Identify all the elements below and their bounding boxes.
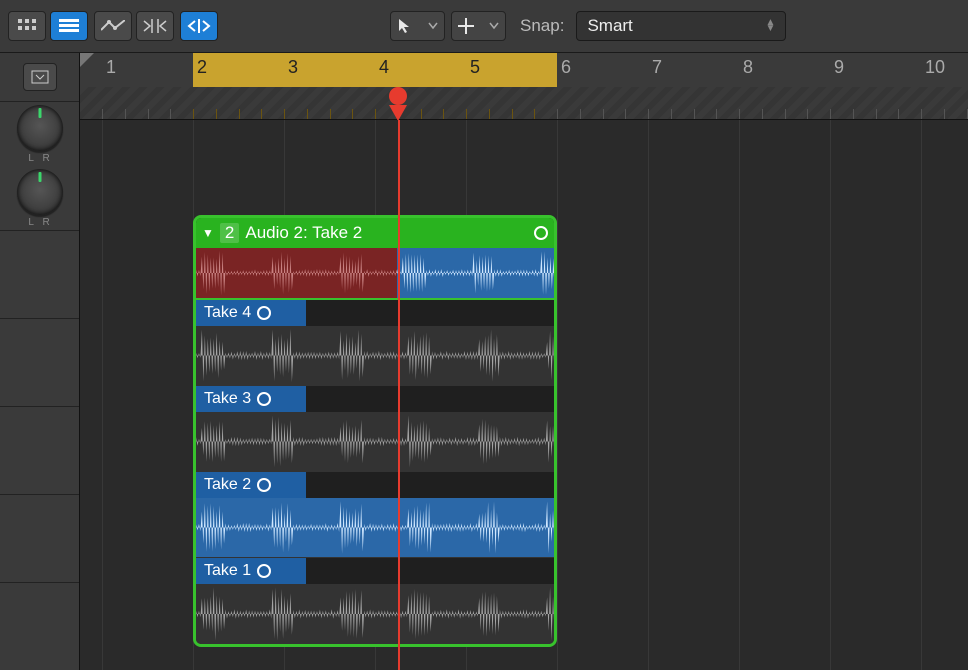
grid-icon — [18, 19, 36, 33]
edit-mode-group — [94, 11, 174, 41]
chevron-down-icon — [489, 22, 499, 30]
track-slot[interactable] — [0, 582, 79, 670]
automation-icon — [101, 20, 125, 32]
automation-button[interactable] — [94, 11, 132, 41]
marquee-button[interactable] — [180, 11, 218, 41]
take-folder-title: Audio 2: Take 2 — [245, 223, 362, 243]
bar-number: 3 — [288, 57, 298, 78]
playhead[interactable] — [389, 87, 407, 105]
pointer-tool[interactable] — [390, 11, 445, 41]
track-pan-2: L R — [0, 166, 79, 230]
bar-number: 6 — [561, 57, 571, 78]
take-segment[interactable] — [196, 326, 554, 385]
marquee-group — [180, 11, 218, 41]
bar-number: 10 — [925, 57, 945, 78]
ruler[interactable]: 2 3 4 5 1 6 7 8 9 10 — [80, 53, 968, 120]
take-indicator-icon[interactable] — [257, 392, 271, 406]
toolbar: Snap: Smart ▲▼ — [0, 0, 968, 53]
take-row[interactable]: Take 4 — [196, 300, 554, 386]
dropdown-panel-icon — [31, 70, 49, 84]
bar-number: 4 — [379, 57, 389, 78]
bar-number: 8 — [743, 57, 753, 78]
start-marker-icon[interactable] — [80, 53, 94, 67]
take-row[interactable]: Take 2 — [196, 472, 554, 558]
secondary-tool[interactable] — [451, 11, 506, 41]
bar-number: 7 — [652, 57, 662, 78]
take-segment[interactable] — [196, 584, 554, 644]
crosshair-icon — [458, 18, 474, 34]
pan-knob[interactable] — [17, 105, 63, 151]
track-menu-button[interactable] — [23, 63, 57, 91]
snap-label: Snap: — [520, 16, 564, 36]
flex-icon — [142, 19, 168, 33]
comp-segment[interactable] — [196, 248, 397, 298]
bar-number: 5 — [470, 57, 480, 78]
take-count: 2 — [220, 223, 239, 243]
bar-number: 1 — [106, 57, 116, 78]
take-indicator-icon[interactable] — [257, 306, 271, 320]
arrange-grid[interactable]: ▼ 2 Audio 2: Take 2 Take 4 Take 3 Take 2… — [80, 120, 968, 670]
disclosure-triangle-icon[interactable]: ▼ — [202, 226, 214, 240]
flex-button[interactable] — [136, 11, 174, 41]
take-label[interactable]: Take 1 — [196, 558, 306, 584]
snap-select[interactable]: Smart ▲▼ — [576, 11, 786, 41]
track-slot[interactable] — [0, 230, 79, 318]
comp-row[interactable] — [196, 248, 554, 300]
take-folder[interactable]: ▼ 2 Audio 2: Take 2 Take 4 Take 3 Take 2… — [193, 215, 557, 647]
track-slot[interactable] — [0, 406, 79, 494]
take-segment[interactable] — [196, 498, 554, 557]
list-icon — [59, 19, 79, 33]
stepper-icon: ▲▼ — [766, 20, 776, 32]
take-label[interactable]: Take 2 — [196, 472, 306, 498]
split-icon — [186, 19, 212, 33]
cycle-range[interactable]: 2 3 4 5 — [193, 53, 557, 87]
track-pan-1: L R — [0, 102, 79, 166]
take-row[interactable]: Take 3 — [196, 386, 554, 472]
chevron-down-icon — [428, 22, 438, 30]
take-label[interactable]: Take 3 — [196, 386, 306, 412]
take-segment[interactable] — [196, 412, 554, 471]
quick-swipe-indicator-icon[interactable] — [534, 226, 548, 240]
take-indicator-icon[interactable] — [257, 478, 271, 492]
track-slot[interactable] — [0, 318, 79, 406]
view-mode-group — [8, 11, 88, 41]
take-label[interactable]: Take 4 — [196, 300, 306, 326]
comp-segment[interactable] — [397, 248, 554, 298]
take-row[interactable]: Take 1 — [196, 558, 554, 644]
bar-number: 2 — [197, 57, 207, 78]
take-indicator-icon[interactable] — [257, 564, 271, 578]
bar-number: 9 — [834, 57, 844, 78]
track-slot[interactable] — [0, 494, 79, 582]
snap-value: Smart — [587, 16, 632, 36]
playhead-line[interactable] — [398, 120, 400, 670]
track-header-sidebar: L R L R — [0, 53, 80, 670]
grid-view-button[interactable] — [8, 11, 46, 41]
pan-knob[interactable] — [17, 169, 63, 215]
pointer-icon — [397, 18, 411, 34]
list-view-button[interactable] — [50, 11, 88, 41]
take-folder-header[interactable]: ▼ 2 Audio 2: Take 2 — [196, 218, 554, 248]
arrange-area[interactable]: 2 3 4 5 1 6 7 8 9 10 ▼ 2 Audio 2: Take 2 Take 4 T… — [80, 53, 968, 670]
